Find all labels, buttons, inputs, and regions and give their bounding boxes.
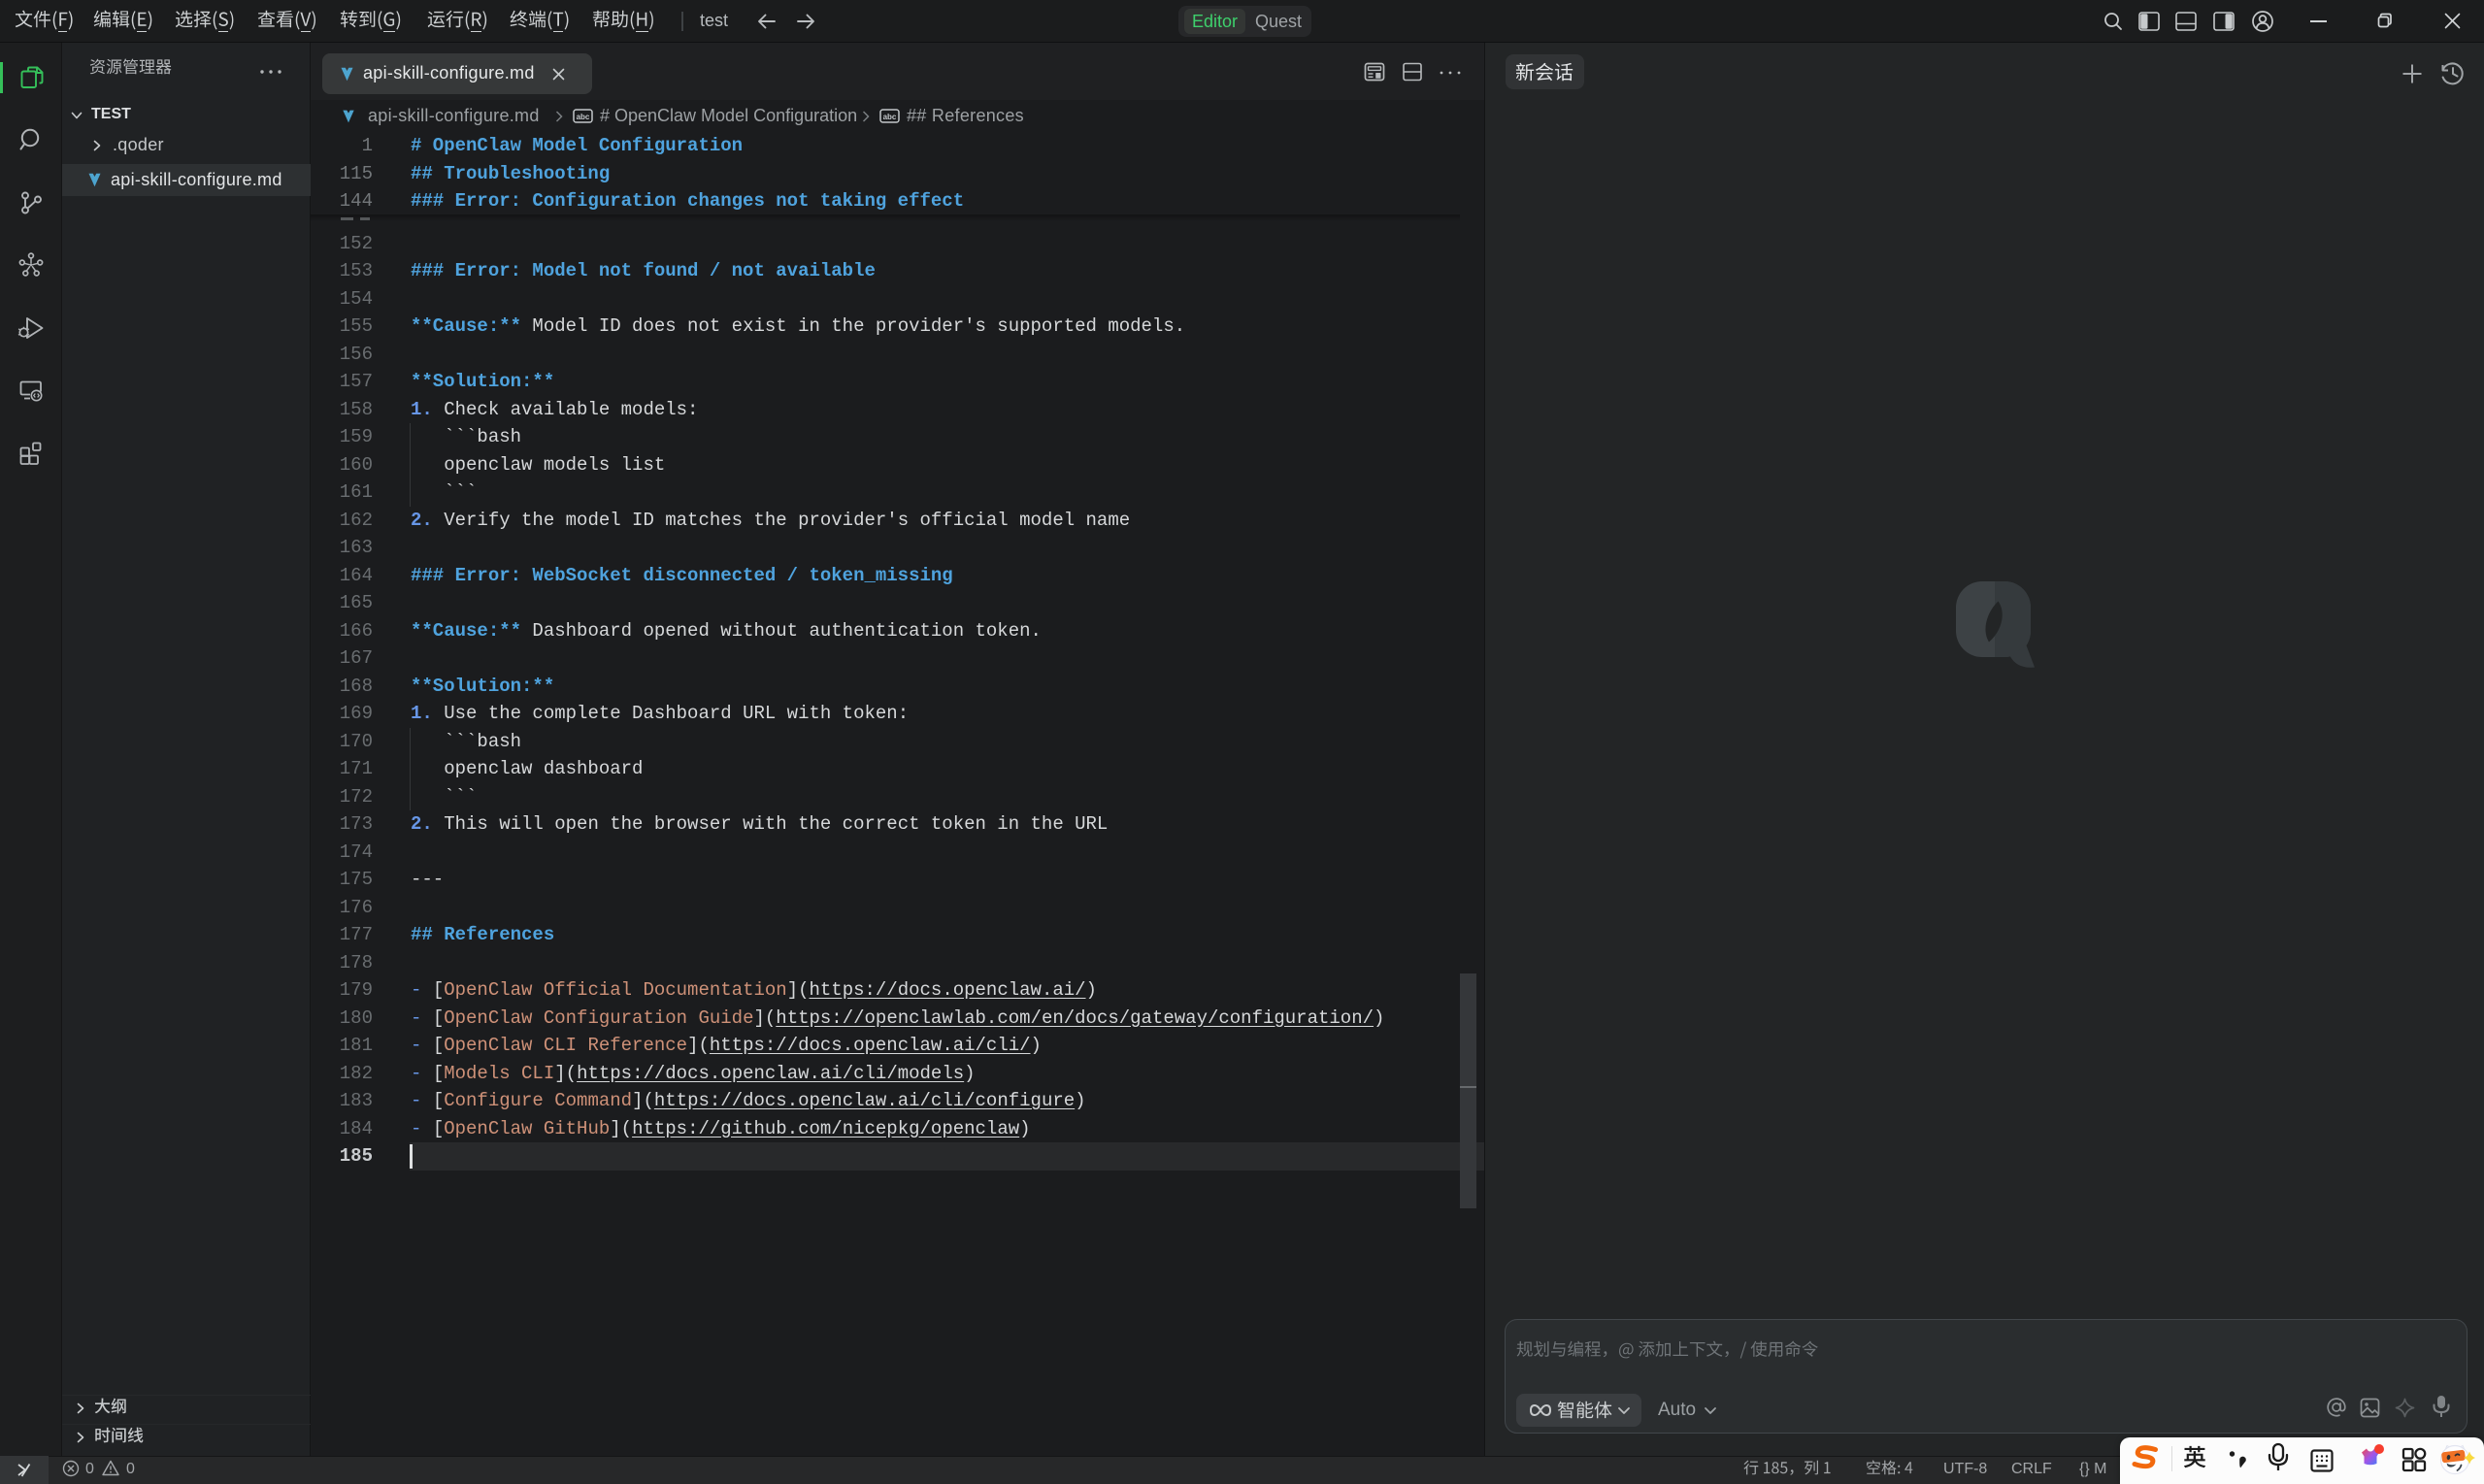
svg-text:abc: abc xyxy=(577,113,590,121)
svg-text:abc: abc xyxy=(883,113,897,121)
